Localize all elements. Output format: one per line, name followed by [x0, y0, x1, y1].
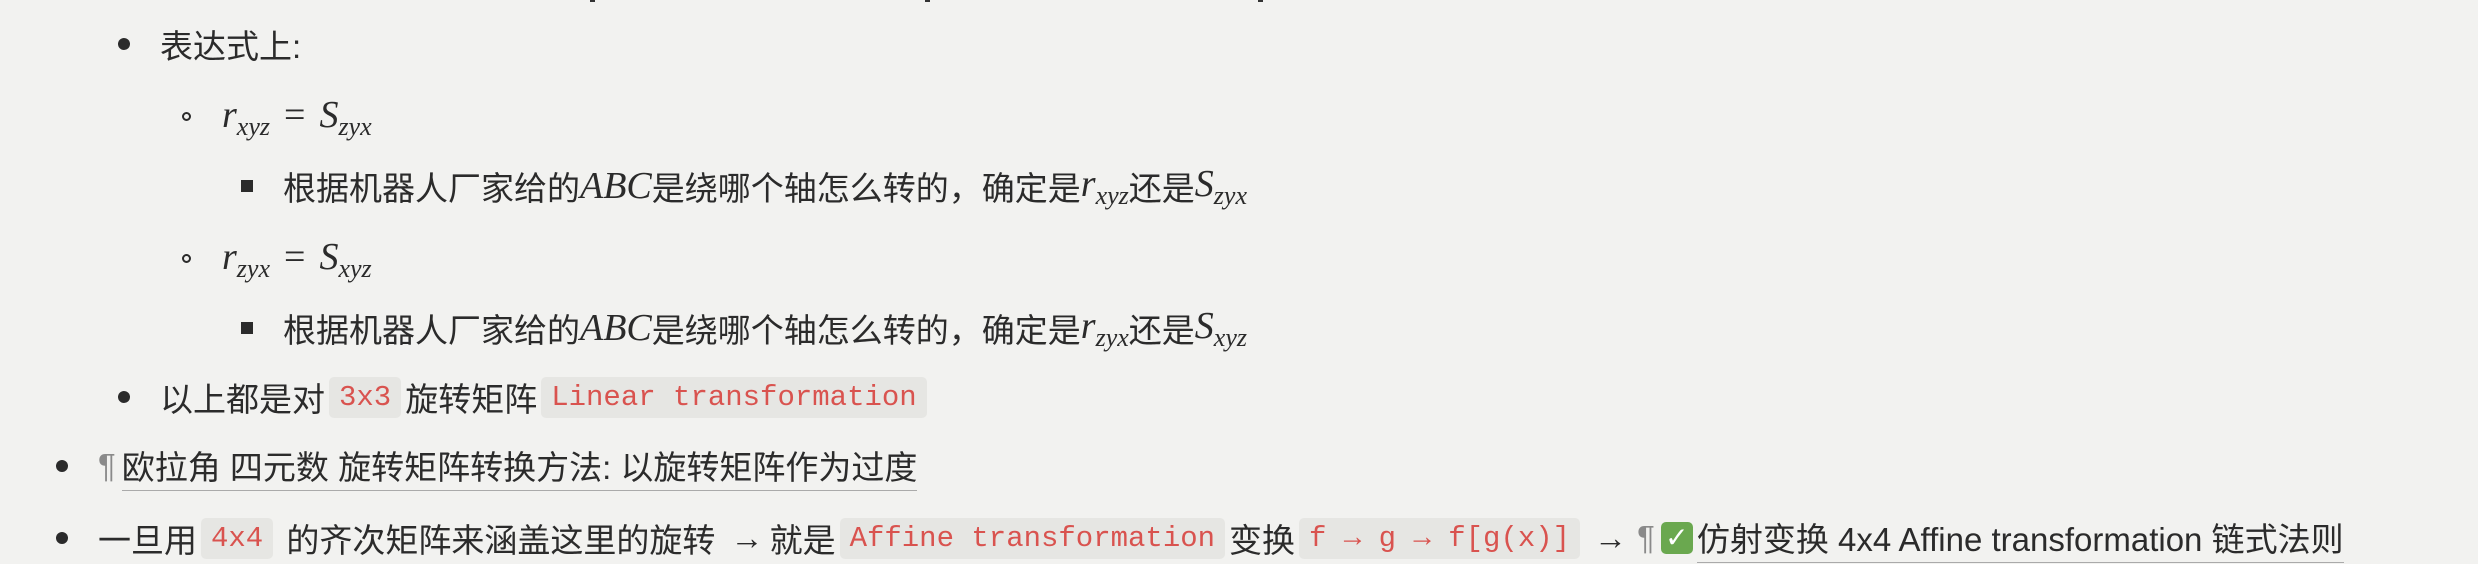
- pilcrow-icon[interactable]: ¶: [1637, 519, 1655, 557]
- list-item-formula: rzyx = Sxyz: [222, 234, 372, 284]
- inline-code-affine-transformation: Affine transformation: [839, 517, 1226, 559]
- math-r: rzyx: [1080, 304, 1129, 352]
- math-r: rxyz: [1080, 162, 1129, 210]
- text-segment: 一旦用: [98, 522, 197, 559]
- pilcrow-icon[interactable]: ¶: [98, 447, 116, 485]
- list-bullet: [56, 460, 68, 472]
- list-item-summary: 以上都是对 3x3 旋转矩阵 Linear transformation: [160, 372, 931, 422]
- checkmark-icon: ✓: [1660, 522, 1693, 554]
- list-item-link: ¶ 欧拉角 四元数 旋转矩阵转换方法: 以旋转矩阵作为过度: [98, 441, 918, 491]
- list-bullet-square: [241, 322, 253, 334]
- text-segment: 还是: [1128, 170, 1195, 207]
- math-s: Sxyz: [1194, 304, 1247, 352]
- text-segment: 旋转矩阵: [405, 381, 538, 418]
- text-segment: 是绕哪个轴怎么转的，确定是: [651, 312, 1081, 349]
- math-abc: ABC: [580, 307, 652, 349]
- text-segment: 还是: [1128, 312, 1195, 349]
- arrow-icon: →: [1594, 519, 1628, 556]
- list-bullet: [56, 532, 68, 544]
- list-bullet: [118, 38, 130, 50]
- text-segment: 以上都是对: [160, 381, 325, 418]
- text-segment: 变换: [1229, 522, 1296, 559]
- list-bullet-circle: [182, 254, 191, 263]
- text-segment: 的齐次矩阵来涵盖这里的旋转: [277, 522, 725, 559]
- math-abc: ABC: [580, 165, 652, 207]
- formula: rxyz = Szyx: [222, 93, 372, 141]
- formula: rzyx = Sxyz: [222, 235, 372, 283]
- text-segment: 就是: [769, 522, 836, 559]
- inline-code-4x4: 4x4: [201, 517, 274, 559]
- list-item-expression: 表达式上:: [160, 19, 301, 69]
- item-label: 表达式上:: [160, 28, 302, 65]
- inline-code-linear-transformation: Linear transformation: [541, 376, 927, 418]
- clipped-previous-line: [0, 0, 2478, 4]
- link-affine-transformation[interactable]: 仿射变换 4x4 Affine transformation 链式法则: [1696, 513, 2344, 563]
- text-segment: 根据机器人厂家给的: [283, 170, 580, 207]
- list-item-affine: 一旦用 4x4 的齐次矩阵来涵盖这里的旋转 → 就是 Affine transform…: [98, 513, 2344, 563]
- link-euler-quaternion[interactable]: 欧拉角 四元数 旋转矩阵转换方法: 以旋转矩阵作为过度: [121, 441, 918, 491]
- arrow-icon: →: [730, 519, 764, 556]
- text-segment: 是绕哪个轴怎么转的，确定是: [651, 170, 1081, 207]
- list-bullet-circle: [182, 112, 191, 121]
- inline-code-3x3: 3x3: [329, 376, 402, 418]
- list-bullet: [118, 391, 130, 403]
- list-item-description: 根据机器人厂家给的 ABC 是绕哪个轴怎么转的，确定是 rxyz 还是 Szyx: [283, 161, 1247, 211]
- list-bullet-square: [241, 180, 253, 192]
- text-segment: 根据机器人厂家给的: [283, 312, 580, 349]
- math-s: Szyx: [1194, 162, 1247, 210]
- list-item-description: 根据机器人厂家给的 ABC 是绕哪个轴怎么转的，确定是 rzyx 还是 Sxyz: [283, 303, 1247, 353]
- list-item-formula: rxyz = Szyx: [222, 92, 372, 142]
- inline-code-chain: f → g → f[g(x)]: [1299, 517, 1581, 559]
